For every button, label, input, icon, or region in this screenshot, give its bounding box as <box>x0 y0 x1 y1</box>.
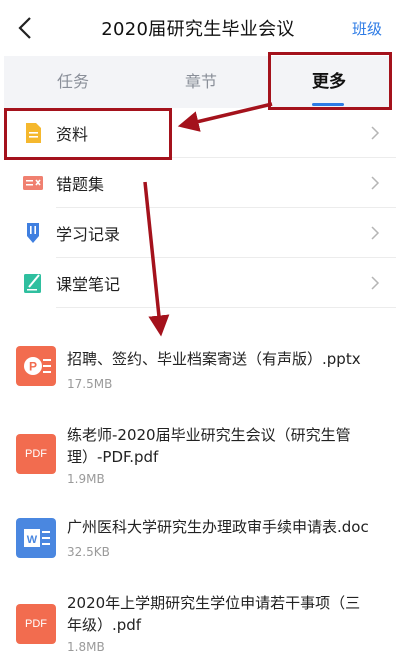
study-record-icon <box>27 223 39 243</box>
file-size: 32.5KB <box>67 545 110 559</box>
file-item[interactable]: W 广州医科大学研究生办理政审手续申请表.doc 32.5KB <box>0 510 396 570</box>
highlight-box-materials <box>4 108 172 160</box>
file-size: 1.8MB <box>67 640 105 654</box>
svg-text:P: P <box>29 360 37 374</box>
chevron-right-icon <box>371 126 380 140</box>
file-name: 2020年上学期研究生学位申请若干事项（三 <box>67 594 361 612</box>
file-name: 招聘、签约、毕业档案寄送（有声版）.pptx <box>67 350 361 368</box>
pdf-file-icon: PDF <box>16 434 56 474</box>
file-name: 广州医科大学研究生办理政审手续申请表.doc <box>67 518 369 536</box>
file-size: 17.5MB <box>67 377 113 391</box>
menu-item-label: 错题集 <box>56 175 105 194</box>
svg-text:W: W <box>27 534 38 546</box>
class-link[interactable]: 班级 <box>352 18 382 39</box>
page-title: 2020届研究生毕业会议 <box>101 19 295 40</box>
file-name-continued: 理）-PDF.pdf <box>67 448 159 466</box>
menu-item-error-collection[interactable]: 错题集 <box>0 158 396 208</box>
tab-tasks[interactable]: 任务 <box>18 56 128 108</box>
chevron-right-icon <box>371 276 380 290</box>
chevron-right-icon <box>371 226 380 240</box>
pptx-file-icon: P <box>16 346 56 386</box>
file-item[interactable]: PDF 练老师-2020届毕业研究生会议（研究生管 理）-PDF.pdf 1.9… <box>0 420 396 490</box>
file-item[interactable]: P 招聘、签约、毕业档案寄送（有声版）.pptx 17.5MB <box>0 340 396 400</box>
file-size: 1.9MB <box>67 472 105 486</box>
chevron-right-icon <box>371 176 380 190</box>
tab-chapters[interactable]: 章节 <box>146 56 256 108</box>
file-name: 练老师-2020届毕业研究生会议（研究生管 <box>67 426 351 444</box>
highlight-box-more-tab <box>268 52 392 110</box>
file-item[interactable]: PDF 2020年上学期研究生学位申请若干事项（三 年级）.pdf 1.8MB <box>0 590 396 662</box>
menu-item-class-notes[interactable]: 课堂笔记 <box>0 258 396 308</box>
error-collection-icon <box>23 176 43 190</box>
menu-item-label: 课堂笔记 <box>56 275 121 294</box>
menu-item-label: 学习记录 <box>56 225 121 244</box>
file-name-continued: 年级）.pdf <box>67 616 142 634</box>
divider <box>56 307 396 308</box>
pdf-file-icon: PDF <box>16 604 56 644</box>
note-icon <box>24 274 41 293</box>
menu-item-study-record[interactable]: 学习记录 <box>0 208 396 258</box>
top-bar: 2020届研究生毕业会议 班级 <box>0 0 396 56</box>
doc-file-icon: W <box>16 518 56 558</box>
